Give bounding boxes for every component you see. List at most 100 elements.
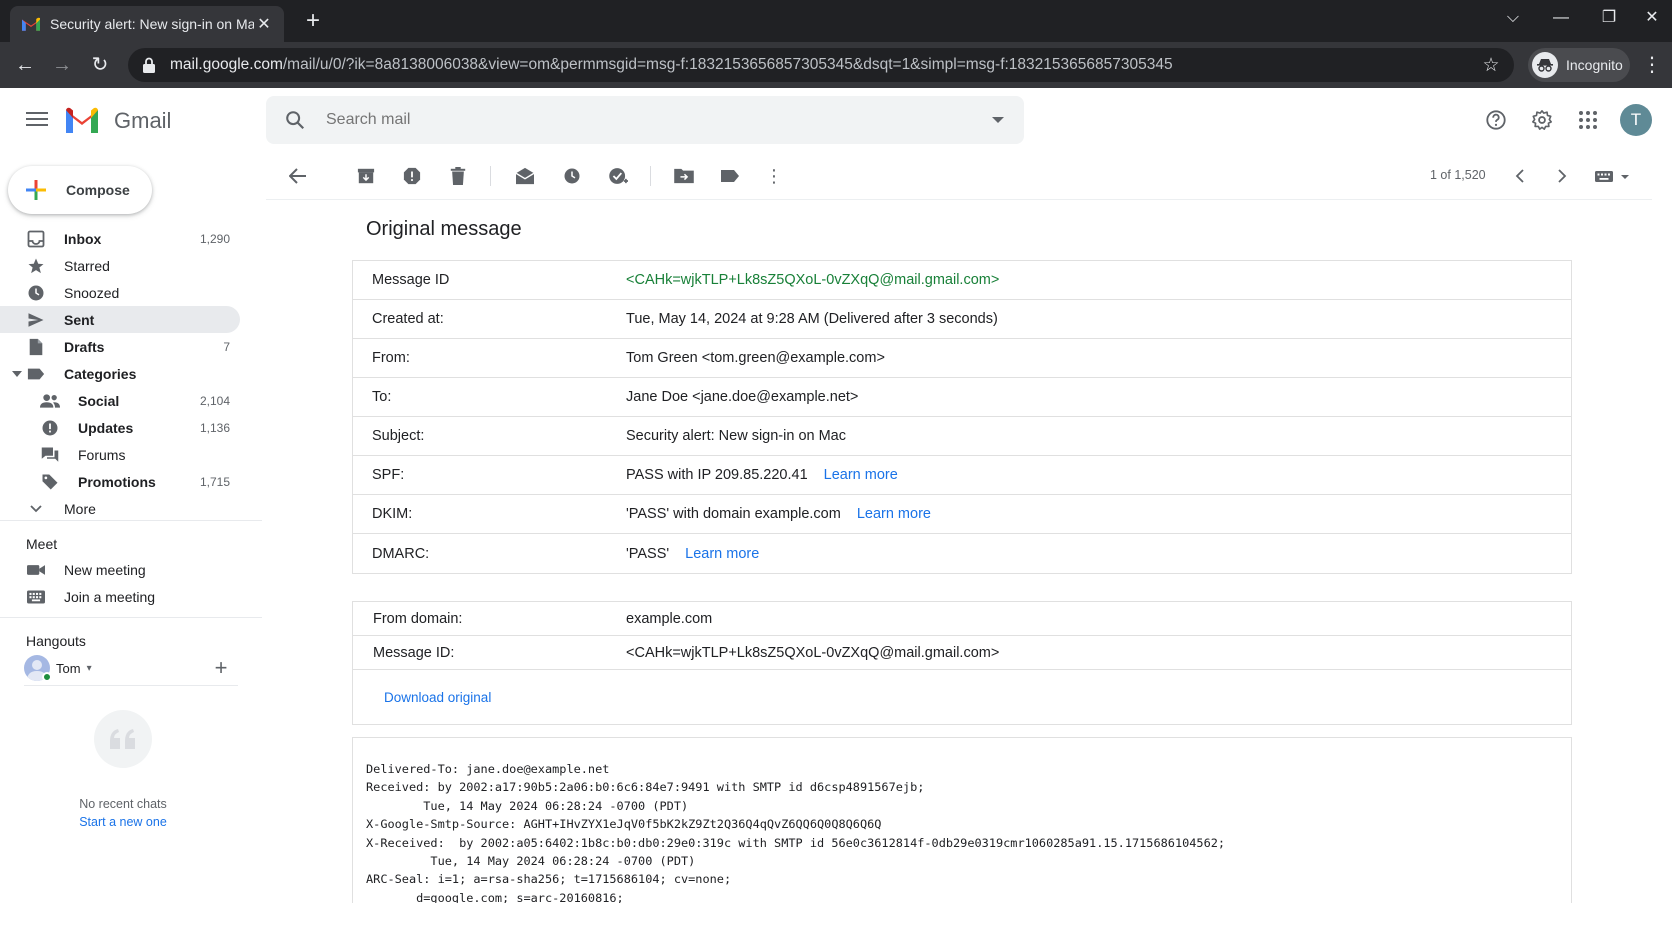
url-host: mail.google.com [170,56,283,73]
sidebar-item-updates[interactable]: Updates 1,136 [0,414,240,441]
sidebar-item-inbox[interactable]: Inbox 1,290 [0,225,240,252]
browser-tab[interactable]: Security alert: New sign-in on Mac ✕ [10,6,284,42]
send-icon [26,310,46,330]
main-menu-icon[interactable] [24,108,50,132]
pagination-count: 1 of 1,520 [1430,168,1486,182]
archive-icon[interactable] [354,164,378,188]
detail-value[interactable]: <CAHk=wjkTLP+Lk8sZ5QXoL-0vZXqQ@mail.gmai… [626,272,1571,288]
download-original-link[interactable]: Download original [384,690,491,705]
collapse-caret-icon[interactable] [12,370,22,377]
detail-value: Tom Green <tom.green@example.com> [626,350,1571,366]
message-details-table: Message ID <CAHk=wjkTLP+Lk8sZ5QXoL-0vZXq… [352,260,1572,574]
sidebar-item-label: Starred [64,257,110,274]
sidebar-item-categories[interactable]: Categories [0,360,240,387]
mark-unread-icon[interactable] [513,164,537,188]
start-new-chat-link[interactable]: Start a new one [0,815,246,829]
detail-label: From: [372,350,410,366]
unread-count: 1,715 [199,474,230,489]
compose-button[interactable]: Compose [8,166,152,214]
unread-count: 1,136 [199,420,230,435]
sidebar-item-drafts[interactable]: Drafts 7 [0,333,240,360]
forward-arrow-icon[interactable]: → [48,51,76,79]
snooze-clock-icon[interactable] [560,164,584,188]
browser-address-bar: ← → ↻ mail.google.com/mail/u/0/?ik=8a813… [0,42,1672,88]
chevron-down-icon [26,499,46,519]
restore-icon[interactable]: ❐ [1594,6,1624,30]
url-text: mail.google.com/mail/u/0/?ik=8a813800603… [170,56,1478,74]
tag-icon [40,472,60,492]
unread-count: 1,290 [199,231,230,246]
gmail-brand-text: Gmail [114,108,172,133]
browser-tab-bar: Security alert: New sign-in on Mac ✕ + ⌵… [0,0,1672,42]
newer-chevron-icon[interactable] [1508,164,1532,188]
sidebar-item-label: Forums [78,446,126,463]
url-bar[interactable]: mail.google.com/mail/u/0/?ik=8a813800603… [128,48,1514,82]
detail-value: 'PASS' with domain example.com Learn more [626,506,1571,522]
unread-count: 2,104 [199,393,230,408]
move-to-folder-icon[interactable] [672,164,696,188]
older-chevron-icon[interactable] [1550,164,1574,188]
raw-headers-text: Delivered-To: jane.doe@example.net Recei… [366,762,1226,905]
search-input[interactable] [326,111,992,129]
tab-search-icon[interactable]: ⌵ [1498,6,1528,30]
sidebar-item-forums[interactable]: Forums [0,441,240,468]
browser-menu-icon[interactable]: ⋮ [1640,51,1664,79]
account-avatar[interactable]: T [1620,104,1652,136]
sidebar-item-label: Inbox [64,230,102,247]
compose-plus-icon [26,180,46,200]
help-icon[interactable] [1480,104,1512,136]
join-meeting-link[interactable]: Join a meeting [26,585,155,609]
close-window-icon[interactable]: ✕ [1637,6,1667,30]
sidebar-item-starred[interactable]: Starred [0,252,240,279]
dkim-learn-more-link[interactable]: Learn more [857,506,931,522]
incognito-badge[interactable]: Incognito [1528,48,1630,82]
sidebar-item-label: Promotions [78,473,156,490]
detail-value: PASS with IP 209.85.220.41 Learn more [626,467,1571,483]
delete-trash-icon[interactable] [446,164,470,188]
detail-value: Tue, May 14, 2024 at 9:28 AM (Delivered … [626,311,1571,327]
toolbar-separator [650,166,651,186]
star-icon [26,256,46,276]
minimize-icon[interactable]: — [1546,6,1576,30]
sidebar-item-label: Sent [64,311,95,328]
more-options-icon[interactable]: ⋮ [762,164,786,188]
compose-label: Compose [66,182,130,198]
apps-grid-icon[interactable] [1572,104,1604,136]
gmail-header: Gmail T [0,88,1672,152]
back-to-list-icon[interactable] [286,164,310,188]
new-chat-plus-icon[interactable]: + [210,655,232,681]
spf-learn-more-link[interactable]: Learn more [824,467,898,483]
search-options-icon[interactable] [992,117,1004,123]
detail-row-dkim: DKIM: 'PASS' with domain example.com Lear… [353,495,1571,534]
reload-icon[interactable]: ↻ [86,51,114,79]
new-meeting-link[interactable]: New meeting [26,558,146,582]
search-bar[interactable] [266,96,1024,144]
keyboard-icon [26,587,46,607]
sidebar-item-more[interactable]: More [0,495,240,522]
incognito-icon [1532,52,1558,78]
back-arrow-icon[interactable]: ← [11,51,39,79]
settings-gear-icon[interactable] [1526,104,1558,136]
dmarc-value: 'PASS' [626,545,670,562]
sidebar-item-social[interactable]: Social 2,104 [0,387,240,414]
search-icon[interactable] [284,109,306,131]
bookmark-star-icon[interactable]: ☆ [1478,54,1504,77]
sidebar-item-snoozed[interactable]: Snoozed [0,279,240,306]
report-spam-icon[interactable] [400,164,424,188]
add-to-tasks-icon[interactable] [606,164,630,188]
hangouts-user-switcher[interactable]: Tom ▾ [24,655,92,681]
domain-info-table: From domain: example.com Message ID: <CA… [352,601,1572,725]
label-tag-icon[interactable] [718,164,742,188]
sidebar-item-sent[interactable]: Sent [0,306,240,333]
tab-close-icon[interactable]: ✕ [254,14,274,34]
new-tab-button[interactable]: + [300,9,326,33]
incognito-label: Incognito [1566,57,1623,73]
user-dropdown-caret-icon[interactable]: ▾ [87,663,92,674]
dmarc-learn-more-link[interactable]: Learn more [685,546,759,562]
sidebar-divider [0,520,262,521]
input-tools-keyboard-icon[interactable] [1592,164,1636,188]
detail-label: SPF: [372,467,405,483]
detail-label: Message ID [372,272,450,288]
detail-row-created: Created at: Tue, May 14, 2024 at 9:28 AM… [353,300,1571,339]
sidebar-item-promotions[interactable]: Promotions 1,715 [0,468,240,495]
